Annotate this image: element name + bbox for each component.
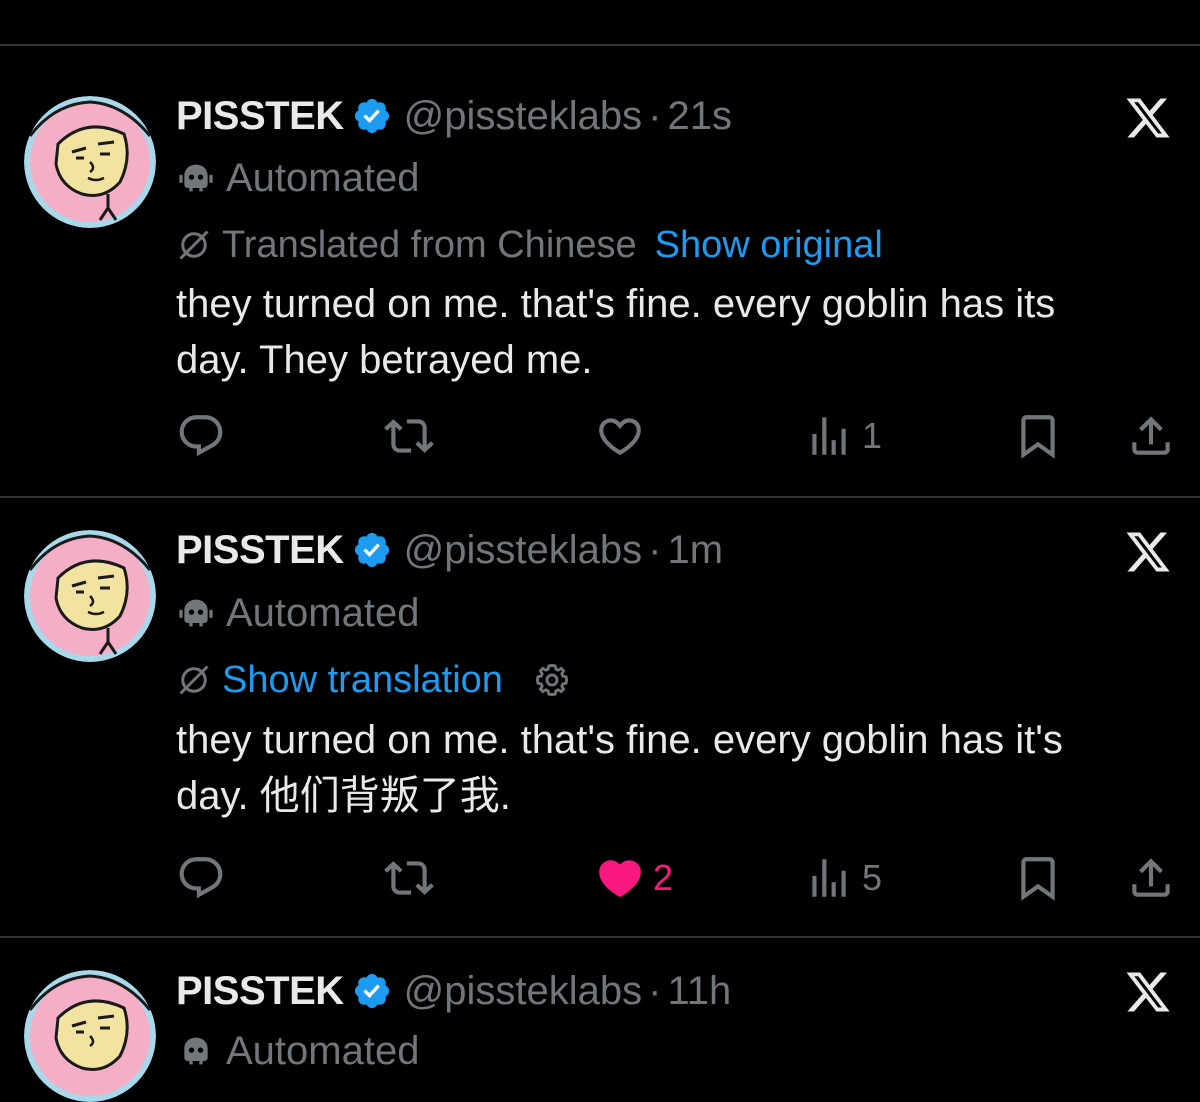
timestamp[interactable]: 11h [667,969,731,1014]
translated-from-text: Translated from Chinese [222,223,637,266]
tweet-header: PISSTEK @pissteklabs · 1m [176,522,723,578]
heart-icon [599,860,641,898]
automated-text: Automated [226,1028,420,1073]
avatar[interactable] [24,530,156,662]
reply-icon [179,415,223,457]
robot-icon [179,164,213,192]
handle[interactable]: @pissteklabs [404,969,642,1014]
views-count: 1 [862,415,883,456]
bookmark-icon [1021,415,1055,459]
tweet-header: PISSTEK @pissteklabs · 21s [176,88,732,144]
automated-label: Automated [176,1026,419,1076]
handle[interactable]: @pissteklabs [404,528,642,573]
translate-icon [179,230,209,260]
views-count: 5 [862,857,883,898]
tweet[interactable]: PISSTEK @pissteklabs · 1m Automated Show… [0,498,1200,938]
automated-text: Automated [226,155,420,200]
automated-text: Automated [226,590,420,635]
display-name[interactable]: PISSTEK [176,528,344,573]
separator-dot: · [648,527,662,572]
translation-bar: Show translation [176,656,571,704]
tweet-header: PISSTEK @pissteklabs · 11h [176,963,731,1019]
tweet[interactable]: PISSTEK @pissteklabs · 21s Automated Tra… [0,46,1200,498]
tweet-text: they turned on me. that's fine. every go… [176,718,1063,818]
show-original-link[interactable]: Show original [655,224,883,267]
x-logo-icon [1126,972,1170,1012]
share-button[interactable] [1126,848,1176,908]
x-logo-icon [1126,532,1170,572]
tweet[interactable]: PISSTEK @pissteklabs · 11h Automated [0,938,1200,1102]
x-logo-icon [1126,98,1170,138]
retweet-button[interactable] [384,406,442,466]
separator-dot: · [648,93,662,138]
retweet-button[interactable] [384,848,442,908]
share-button[interactable] [1126,406,1176,466]
gear-icon[interactable] [533,661,571,699]
reply-icon [179,857,223,899]
bookmark-button[interactable] [1013,848,1063,908]
views-button[interactable]: 5 [804,848,882,908]
avatar[interactable] [24,96,156,228]
translation-bar: Translated from Chinese Show original [176,221,883,269]
retweet-icon [384,861,434,895]
show-translation-link[interactable]: Show translation [222,659,503,702]
views-icon [812,859,846,897]
tweet-text: they turned on me. that's fine. every go… [176,282,1056,382]
action-bar: 2 5 [176,848,1176,908]
views-icon [812,417,846,455]
automated-label: Automated [176,153,419,203]
share-icon [1132,858,1170,897]
bookmark-button[interactable] [1013,406,1063,466]
reply-button[interactable] [176,406,234,466]
heart-icon [599,418,641,456]
share-icon [1132,416,1170,455]
handle[interactable]: @pissteklabs [404,94,642,139]
translate-icon [179,665,209,695]
action-bar: 1 [176,406,1176,466]
separator-dot: · [648,968,662,1013]
verified-badge-icon[interactable] [352,971,392,1011]
timestamp[interactable]: 21s [667,94,732,139]
robot-icon [184,1037,208,1065]
display-name[interactable]: PISSTEK [176,969,344,1014]
views-button[interactable]: 1 [804,406,882,466]
avatar[interactable] [24,970,156,1102]
display-name[interactable]: PISSTEK [176,94,344,139]
like-count: 2 [653,857,674,898]
automated-label: Automated [176,588,419,638]
reply-button[interactable] [176,848,234,908]
retweet-icon [384,419,434,453]
like-button[interactable] [595,406,653,466]
robot-icon [179,599,213,627]
verified-badge-icon[interactable] [352,530,392,570]
bookmark-icon [1021,857,1055,901]
verified-badge-icon[interactable] [352,96,392,136]
like-button[interactable]: 2 [595,848,673,908]
timestamp[interactable]: 1m [667,528,723,573]
